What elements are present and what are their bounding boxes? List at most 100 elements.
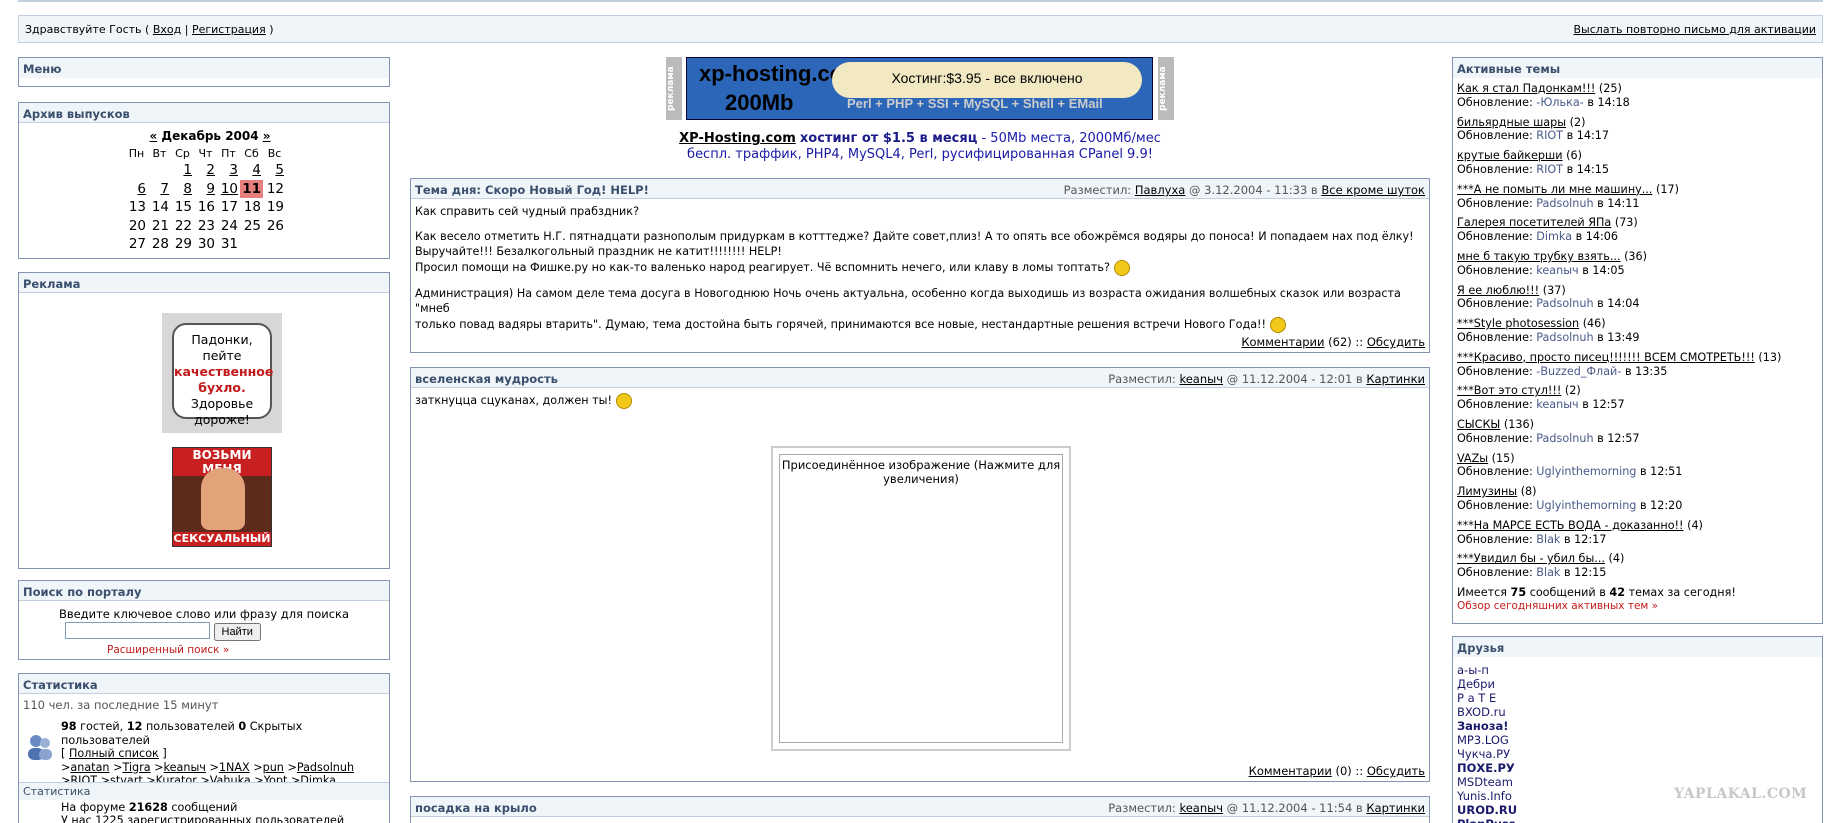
topic-link[interactable]: ***Style photosession bbox=[1457, 317, 1579, 330]
topic-updater-link[interactable]: Uglyinthemorning bbox=[1536, 499, 1636, 512]
friend-link[interactable]: Заноза! bbox=[1457, 719, 1508, 733]
topic-link[interactable]: VAZы bbox=[1457, 452, 1488, 465]
advanced-search-link[interactable]: Расширенный поиск » bbox=[107, 644, 229, 656]
topic-updater-link[interactable]: RIOT bbox=[1536, 163, 1563, 176]
category-link[interactable]: Картинки bbox=[1366, 372, 1425, 386]
topic-updater-link[interactable]: Dimka bbox=[1536, 230, 1572, 243]
topic-link[interactable]: ***Красиво, просто писец!!!!!!! ВСЕМ СМО… bbox=[1457, 351, 1755, 364]
calendar-day-link[interactable]: 1 bbox=[183, 162, 192, 178]
topic-updater-link[interactable]: -Юлька- bbox=[1536, 96, 1584, 109]
user-prefix: > bbox=[283, 760, 297, 774]
calendar-day-link[interactable]: 2 bbox=[206, 162, 215, 178]
topic-updater-link[interactable]: keanыч bbox=[1536, 398, 1578, 411]
category-link[interactable]: Картинки bbox=[1366, 801, 1425, 815]
topic-link[interactable]: ***Вот это стул!!! bbox=[1457, 384, 1561, 397]
forum-suffix: сообщений bbox=[171, 801, 238, 814]
update-time: в 14:17 bbox=[1566, 129, 1609, 143]
friend-link[interactable]: UROD.RU bbox=[1457, 803, 1517, 817]
friend-link[interactable]: PlanPuss bbox=[1457, 817, 1516, 823]
topic-updater-link[interactable]: -Buzzed_Флай- bbox=[1536, 365, 1621, 378]
author-link[interactable]: keanыч bbox=[1179, 801, 1223, 815]
next-month-link[interactable]: » bbox=[263, 129, 271, 143]
topic-link[interactable]: Лимузины bbox=[1457, 485, 1517, 498]
topic-link[interactable]: ***А не помыть ли мне машину... bbox=[1457, 183, 1652, 196]
topic-link[interactable]: Галерея посетителей ЯПа bbox=[1457, 216, 1611, 229]
adult-ad-banner[interactable]: ВОЗЬМИ МЕНЯ СЕКСУАЛЬНЫЙ bbox=[172, 447, 272, 547]
search-input[interactable] bbox=[65, 622, 210, 639]
login-link[interactable]: Вход bbox=[153, 23, 181, 36]
friend-link[interactable]: MSDteam bbox=[1457, 775, 1513, 789]
topic-updater-link[interactable]: Blak bbox=[1536, 533, 1560, 546]
resend-activation-link[interactable]: Выслать повторно письмо для активации bbox=[1574, 23, 1816, 36]
full-list-link[interactable]: Полный список bbox=[69, 747, 159, 760]
author-link[interactable]: Павлуха bbox=[1135, 183, 1185, 197]
online-user-link[interactable]: Tigra bbox=[122, 761, 150, 774]
online-user-link[interactable]: 1NAX bbox=[219, 761, 250, 774]
topic-link[interactable]: СЫСКЫ bbox=[1457, 418, 1500, 431]
topic-updater-link[interactable]: Blak bbox=[1536, 566, 1560, 579]
attached-image[interactable]: Присоединённое изображение (Нажмите для … bbox=[771, 446, 1071, 751]
user-prefix: > bbox=[205, 760, 219, 774]
hosting-banner[interactable]: xp-hosting.com 200Mb Хостинг:$3.95 - все… bbox=[686, 57, 1153, 120]
online-user-link[interactable]: keanыч bbox=[164, 761, 206, 774]
post-paragraph: Как справить сей чудный прабздник? bbox=[415, 205, 640, 218]
online-user-link[interactable]: anatan bbox=[70, 761, 109, 774]
friend-link[interactable]: Yunis.Info bbox=[1457, 789, 1512, 803]
friend-link[interactable]: BXOD.ru bbox=[1457, 705, 1506, 719]
search-button[interactable]: Найти bbox=[213, 623, 261, 641]
topic-link[interactable]: ***Увидил бы - убил бы... bbox=[1457, 552, 1605, 565]
guests-label: гостей, bbox=[80, 720, 124, 733]
friend-link[interactable]: MP3.LOG bbox=[1457, 733, 1509, 747]
topic-updater-link[interactable]: RIOT bbox=[1536, 129, 1563, 142]
active-overview-link[interactable]: Обзор сегодняшних активных тем » bbox=[1453, 600, 1822, 612]
prev-month-link[interactable]: « bbox=[149, 129, 157, 143]
comments-link[interactable]: Комментарии bbox=[1249, 764, 1332, 778]
topic-updater-link[interactable]: Padsolnuh bbox=[1536, 331, 1593, 344]
topic-link[interactable]: Я ее люблю!!! bbox=[1457, 284, 1539, 297]
comments-link[interactable]: Комментарии bbox=[1241, 335, 1324, 349]
calendar-cell: 5 bbox=[263, 161, 286, 180]
calendar-day-link[interactable]: 8 bbox=[183, 181, 192, 197]
register-link[interactable]: Регистрация bbox=[192, 23, 266, 36]
author-link[interactable]: keanыч bbox=[1179, 372, 1223, 386]
calendar-cell: 12 bbox=[263, 180, 286, 199]
discuss-link[interactable]: Обсудить bbox=[1367, 764, 1425, 778]
topic-link[interactable]: мне б такую трубку взять... bbox=[1457, 250, 1621, 263]
topic-count: (46) bbox=[1582, 317, 1606, 331]
user-bar: Здравствуйте Гость ( Вход | Регистрация … bbox=[18, 15, 1823, 43]
online-user-link[interactable]: Padsolnuh bbox=[297, 761, 354, 774]
calendar-day-link[interactable]: 4 bbox=[252, 162, 261, 178]
friend-link[interactable]: а-ы-п bbox=[1457, 663, 1489, 677]
topic-updater-link[interactable]: Padsolnuh bbox=[1536, 432, 1593, 445]
update-label: Обновление: bbox=[1457, 230, 1533, 244]
calendar-day-link[interactable]: 5 bbox=[275, 162, 284, 178]
calendar-cell: 26 bbox=[263, 217, 286, 236]
calendar-day-link[interactable]: 9 bbox=[206, 181, 215, 197]
post-paragraph-row: Просил помощи на Фишке.ру но как-то вале… bbox=[415, 259, 1425, 276]
friend-link[interactable]: Дебри bbox=[1457, 677, 1495, 691]
discuss-link[interactable]: Обсудить bbox=[1367, 335, 1425, 349]
topic-updater-link[interactable]: keanыч bbox=[1536, 264, 1578, 277]
friend-link[interactable]: ПОХЕ.РУ bbox=[1457, 761, 1515, 775]
calendar-day-link[interactable]: 6 bbox=[137, 181, 146, 197]
topic-updater-link[interactable]: Padsolnuh bbox=[1536, 197, 1593, 210]
calendar-day-link[interactable]: 7 bbox=[160, 181, 169, 197]
hosting-link[interactable]: XP-Hosting.com bbox=[679, 131, 796, 146]
calendar-day-link[interactable]: 3 bbox=[229, 162, 238, 178]
topic-link[interactable]: крутые байкерши bbox=[1457, 149, 1563, 162]
category-link[interactable]: Все кроме шуток bbox=[1321, 183, 1425, 197]
friend-link[interactable]: P a T E bbox=[1457, 691, 1496, 705]
post-body: заткнуцца сцуканах, должен ты! bbox=[411, 388, 1429, 414]
topic-updater-link[interactable]: Padsolnuh bbox=[1536, 297, 1593, 310]
topic-link[interactable]: ***На МАРСЕ ЕСТЬ ВОДА - доказанно!! bbox=[1457, 519, 1684, 532]
topic-line: ***Style photosession (46) bbox=[1457, 317, 1818, 331]
beer-ad-banner[interactable]: Падонки, пейте качественное бухло. Здоро… bbox=[162, 313, 282, 433]
update-time: в 12:57 bbox=[1597, 431, 1640, 445]
topic-updater-link[interactable]: Uglyinthemorning bbox=[1536, 465, 1636, 478]
online-user-link[interactable]: pun bbox=[263, 761, 284, 774]
topic-link[interactable]: Как я стал Падонкам!!! bbox=[1457, 82, 1595, 95]
topic-link[interactable]: бильярдные шары bbox=[1457, 116, 1566, 129]
hosting-ad[interactable]: реклама xp-hosting.com 200Mb Хостинг:$3.… bbox=[666, 57, 1174, 120]
friend-link[interactable]: Чукча.РУ bbox=[1457, 747, 1510, 761]
calendar-day-link[interactable]: 10 bbox=[221, 181, 238, 197]
